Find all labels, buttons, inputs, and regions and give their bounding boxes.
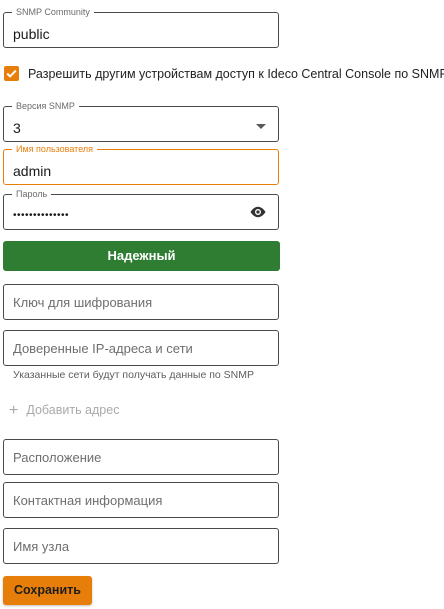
eye-icon[interactable] [249, 206, 267, 218]
snmp-version-value: 3 [13, 120, 21, 136]
plus-icon: + [9, 402, 19, 419]
chevron-down-icon [256, 124, 266, 129]
trusted-networks-helper: Указанные сети будут получать данные по … [13, 369, 255, 381]
location-field[interactable]: Расположение [3, 439, 279, 475]
snmp-community-label: SNMP Community [12, 6, 94, 18]
snmp-community-field[interactable]: SNMP Community public [3, 6, 279, 48]
snmp-version-label: Версия SNMP [12, 100, 79, 112]
username-value: admin [13, 163, 52, 179]
snmp-community-value: public [13, 26, 50, 42]
username-field[interactable]: Имя пользователя admin [3, 143, 279, 185]
contact-placeholder: Контактная информация [13, 493, 163, 508]
password-value: •••••••••••••• [13, 210, 70, 221]
encryption-key-field[interactable]: Ключ для шифрования [3, 284, 279, 320]
allow-access-label: Разрешить другим устройствам доступ к Id… [28, 67, 444, 81]
location-placeholder: Расположение [13, 450, 102, 465]
trusted-networks-field[interactable]: Доверенные IP-адреса и сети [3, 330, 279, 366]
password-strength-indicator: Надежный [3, 241, 280, 271]
encryption-key-placeholder: Ключ для шифрования [13, 295, 153, 310]
trusted-networks-placeholder: Доверенные IP-адреса и сети [13, 341, 193, 356]
checkmark-icon [6, 69, 17, 78]
password-field[interactable]: Пароль •••••••••••••• [3, 188, 279, 230]
username-label: Имя пользователя [12, 143, 98, 155]
password-label: Пароль [12, 188, 52, 200]
save-button[interactable]: Сохранить [3, 576, 92, 605]
snmp-version-select[interactable]: Версия SNMP 3 [3, 100, 279, 142]
add-address-button[interactable]: + Добавить адрес [9, 402, 119, 419]
hostname-field[interactable]: Имя узла [3, 528, 279, 564]
add-address-label: Добавить адрес [26, 403, 120, 417]
hostname-placeholder: Имя узла [13, 539, 70, 554]
allow-access-checkbox[interactable] [4, 66, 19, 81]
contact-field[interactable]: Контактная информация [3, 482, 279, 518]
